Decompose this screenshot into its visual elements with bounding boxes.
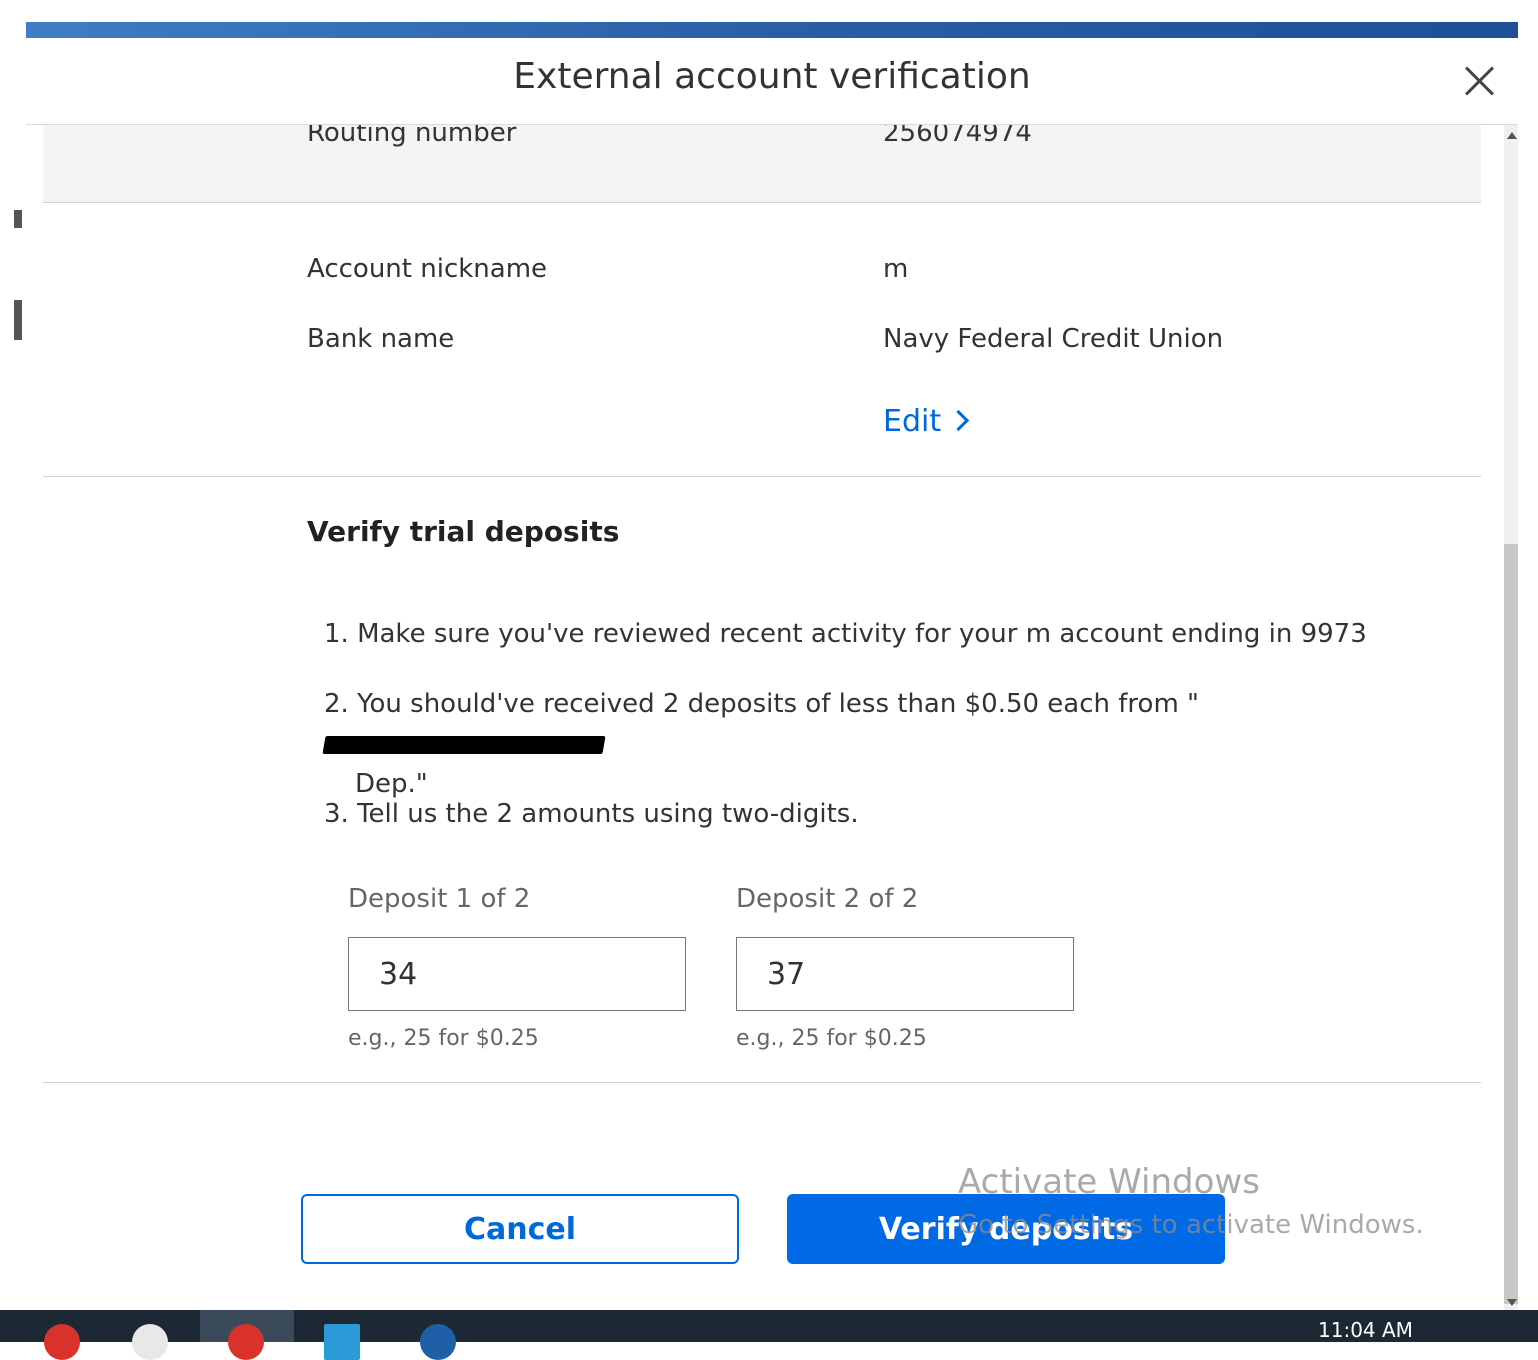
verify-section-title: Verify trial deposits <box>307 515 620 548</box>
bank-name-value: Navy Federal Credit Union <box>883 324 1224 354</box>
taskbar-clock: 11:04 AM <box>1318 1318 1413 1342</box>
redaction-mark <box>322 735 606 754</box>
store-icon[interactable] <box>324 1324 360 1360</box>
activate-windows-subtext: Go to Settings to activate Windows. <box>958 1210 1424 1240</box>
instruction-step-2-text: 2. You should've received 2 deposits of … <box>324 689 1199 719</box>
cancel-button[interactable]: Cancel <box>301 1194 739 1264</box>
vertical-scrollbar[interactable] <box>1504 124 1518 1310</box>
deposit-2-input[interactable] <box>737 938 1073 1010</box>
scrollbar-thumb[interactable] <box>1504 544 1518 1304</box>
account-nickname-value: m <box>883 254 909 284</box>
close-icon[interactable] <box>1458 60 1500 102</box>
deposit-1-hint: e.g., 25 for $0.25 <box>348 1026 539 1051</box>
verification-modal: External account verification Routing nu… <box>26 38 1518 1310</box>
shield-icon[interactable] <box>420 1324 456 1360</box>
scroll-up-arrow-icon[interactable] <box>1507 132 1517 139</box>
deposit-2-field <box>736 937 1074 1011</box>
edit-link[interactable]: Edit <box>883 404 970 439</box>
modal-header: External account verification <box>26 38 1518 125</box>
deposit-1-field <box>348 937 686 1011</box>
app-icon[interactable] <box>44 1324 80 1360</box>
modal-title: External account verification <box>513 56 1031 97</box>
background-mark <box>14 210 22 228</box>
routing-number-row <box>43 124 1481 203</box>
account-nickname-label: Account nickname <box>307 254 548 284</box>
section-divider <box>43 476 1481 477</box>
instruction-step-2: 2. You should've received 2 deposits of … <box>322 684 1474 804</box>
activate-windows-watermark: Activate Windows <box>958 1162 1260 1202</box>
deposit-1-input[interactable] <box>349 938 685 1010</box>
instruction-step-3: 3. Tell us the 2 amounts using two-digit… <box>324 799 859 829</box>
deposit-1-label: Deposit 1 of 2 <box>348 884 531 914</box>
section-divider <box>43 1082 1481 1083</box>
scroll-down-arrow-icon[interactable] <box>1507 1299 1517 1306</box>
app-icon[interactable] <box>228 1324 264 1360</box>
edit-link-label: Edit <box>883 404 942 439</box>
deposit-2-label: Deposit 2 of 2 <box>736 884 919 914</box>
chevron-right-icon <box>948 409 970 432</box>
bank-name-label: Bank name <box>307 324 455 354</box>
background-mark <box>14 300 22 340</box>
instruction-step-1: 1. Make sure you've reviewed recent acti… <box>324 619 1367 649</box>
deposit-2-hint: e.g., 25 for $0.25 <box>736 1026 927 1051</box>
chrome-icon[interactable] <box>132 1324 168 1360</box>
windows-taskbar: 11:04 AM <box>0 1310 1538 1360</box>
header-accent-bar <box>26 22 1518 38</box>
background-window-edge <box>0 0 18 1342</box>
